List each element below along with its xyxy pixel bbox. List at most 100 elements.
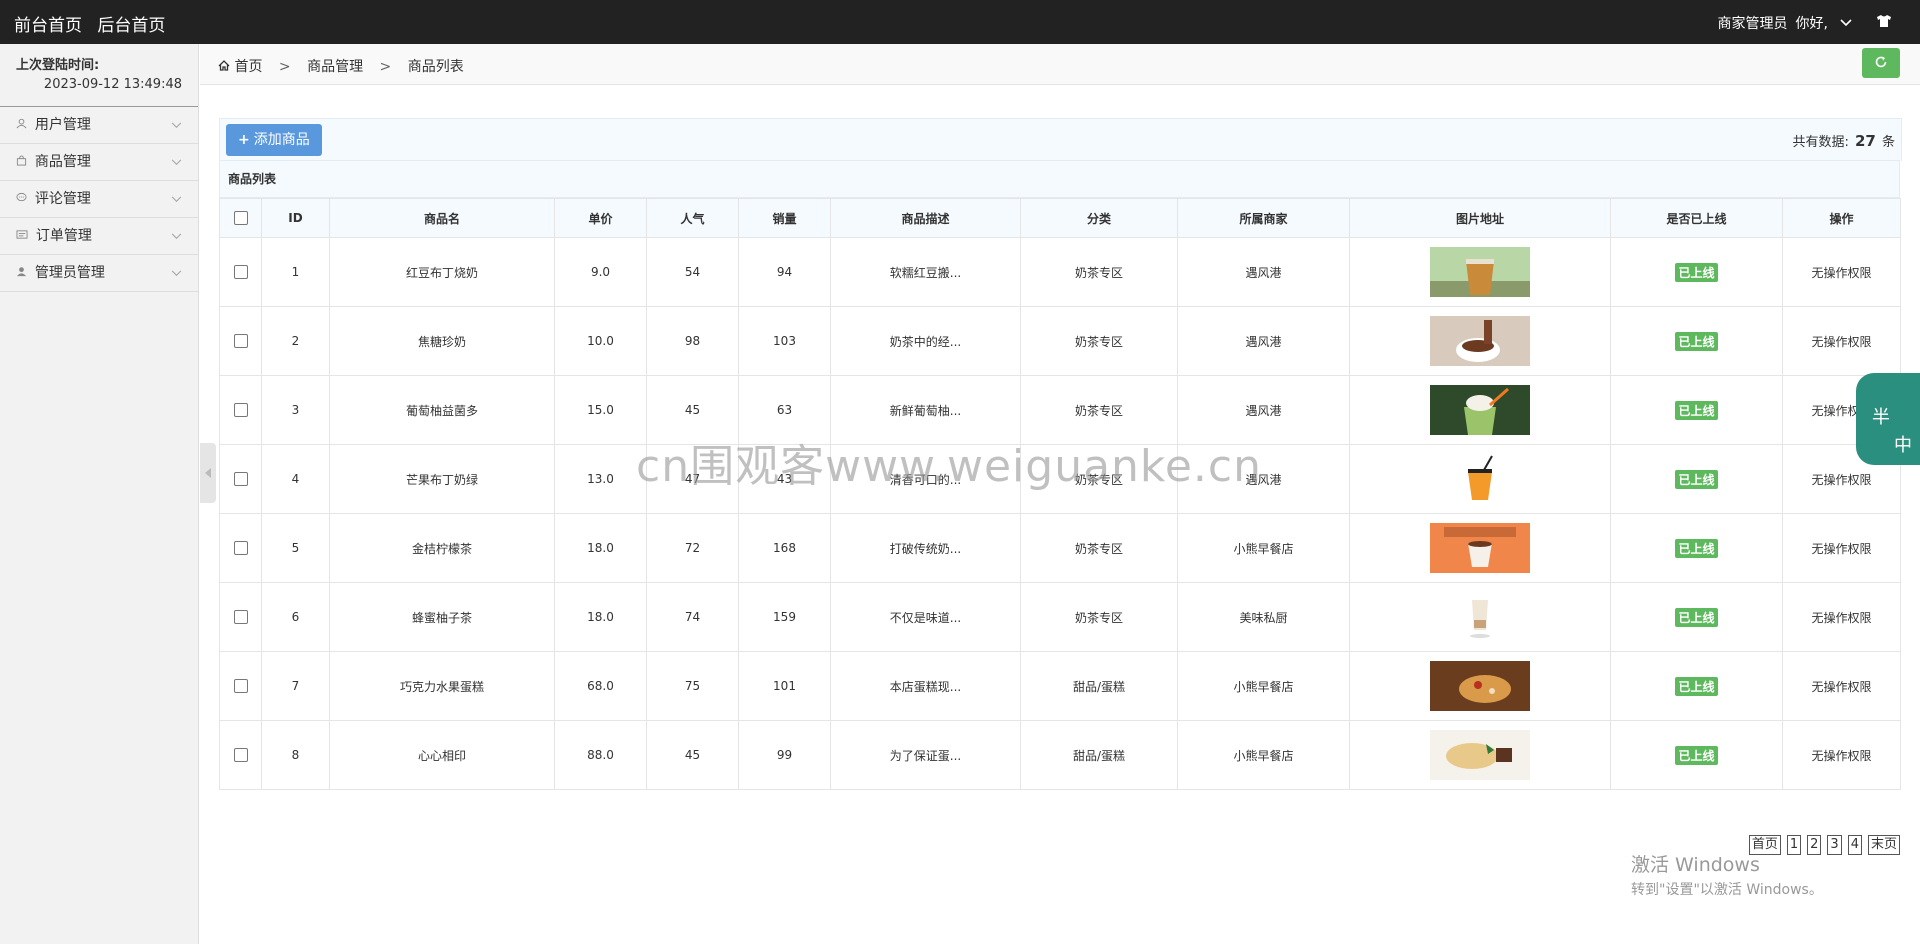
cell-description: 本店蛋糕现...	[830, 651, 1021, 721]
col-header-id: ID	[261, 198, 330, 238]
product-thumbnail[interactable]	[1430, 523, 1530, 573]
breadcrumb-goods-mgmt[interactable]: 商品管理	[307, 59, 363, 75]
cell-id: 1	[261, 237, 330, 307]
status-badge: 已上线	[1675, 607, 1718, 627]
cell-sales: 103	[738, 306, 831, 376]
shirt-icon[interactable]	[1876, 14, 1892, 32]
cell-id: 4	[261, 444, 330, 514]
row-checkbox[interactable]	[233, 541, 248, 556]
windows-activation-notice: 激活 Windows 转到"设置"以激活 Windows。	[1631, 850, 1823, 899]
order-icon	[16, 229, 32, 243]
user-greeting: 你好,	[1795, 16, 1828, 32]
cell-category: 甜品/蛋糕	[1020, 720, 1178, 790]
breadcrumb: 首页 > 商品管理 > 商品列表	[218, 56, 464, 76]
cell-name: 葡萄柚益菌多	[329, 375, 555, 445]
table-caption: 商品列表	[219, 160, 1900, 198]
table-row: 5 金桔柠檬茶 18.0 72 168 打破传统奶... 奶茶专区 小熊早餐店 …	[219, 513, 1901, 583]
status-badge: 已上线	[1675, 745, 1718, 765]
total-number: 27	[1854, 132, 1876, 150]
product-thumbnail[interactable]	[1430, 730, 1530, 780]
cell-image	[1349, 651, 1611, 721]
cell-category: 奶茶专区	[1020, 582, 1178, 652]
product-thumbnail[interactable]	[1430, 247, 1530, 297]
cell-popularity: 98	[646, 306, 739, 376]
chevron-down-icon[interactable]	[1840, 16, 1852, 30]
pager-last[interactable]: 末页	[1867, 835, 1900, 855]
table-row: 6 蜂蜜柚子茶 18.0 74 159 不仅是味道... 奶茶专区 美味私厨 已…	[219, 582, 1901, 652]
row-checkbox[interactable]	[233, 610, 248, 625]
product-thumbnail[interactable]	[1430, 592, 1530, 642]
cell-action: 无操作权限	[1782, 582, 1901, 652]
widget-char: 中	[1894, 435, 1912, 456]
floating-ime-widget[interactable]: 半 中	[1856, 373, 1920, 465]
cell-name: 红豆布丁烧奶	[329, 237, 555, 307]
col-header-name: 商品名	[329, 198, 555, 238]
pager-page[interactable]: 4	[1847, 835, 1862, 855]
pager-page[interactable]: 3	[1827, 835, 1842, 855]
sidebar-item-goods[interactable]: 商品管理	[0, 144, 198, 181]
col-header-merchant: 所属商家	[1177, 198, 1350, 238]
cell-description: 为了保证蛋...	[830, 720, 1021, 790]
cell-online: 已上线	[1610, 306, 1783, 376]
row-checkbox[interactable]	[233, 403, 248, 418]
cell-merchant: 美味私厨	[1177, 582, 1350, 652]
sidebar-item-comments[interactable]: 评论管理	[0, 181, 198, 218]
back-home-link[interactable]: 后台首页	[97, 16, 165, 36]
sidebar-item-label: 订单管理	[35, 228, 92, 244]
cell-category: 奶茶专区	[1020, 513, 1178, 583]
widget-char: 半	[1872, 407, 1890, 428]
col-header-action: 操作	[1782, 198, 1901, 238]
sidebar-item-admins[interactable]: 管理员管理	[0, 255, 198, 292]
sidebar-item-orders[interactable]: 订单管理	[0, 218, 198, 255]
cell-online: 已上线	[1610, 237, 1783, 307]
user-area: 商家管理员 你好,	[1718, 13, 1892, 33]
row-checkbox[interactable]	[233, 334, 248, 349]
breadcrumb-bar: 首页 > 商品管理 > 商品列表	[200, 44, 1920, 85]
sidebar: 上次登陆时间: 2023-09-12 13:49:48 用户管理 商品管理 评论…	[0, 44, 199, 944]
sidebar-item-label: 用户管理	[34, 117, 91, 133]
cell-action: 无操作权限	[1782, 237, 1901, 307]
table-row: 2 焦糖珍奶 10.0 98 103 奶茶中的经... 奶茶专区 遇风港 已上线…	[219, 306, 1901, 376]
product-thumbnail[interactable]	[1430, 385, 1530, 435]
product-thumbnail[interactable]	[1430, 454, 1530, 504]
add-goods-button[interactable]: + 添加商品	[226, 124, 322, 156]
cell-merchant: 小熊早餐店	[1177, 651, 1350, 721]
sidebar-collapse-handle[interactable]	[200, 443, 216, 503]
row-checkbox[interactable]	[233, 265, 248, 280]
total-suffix: 条	[1881, 135, 1895, 150]
top-bar: 前台首页 后台首页 商家管理员 你好,	[0, 0, 1920, 44]
cell-name: 蜂蜜柚子茶	[329, 582, 555, 652]
user-role: 商家管理员	[1717, 16, 1788, 32]
cell-category: 甜品/蛋糕	[1020, 651, 1178, 721]
cell-merchant: 遇风港	[1177, 237, 1350, 307]
bag-icon	[16, 155, 31, 169]
cell-online: 已上线	[1610, 375, 1783, 445]
cell-online: 已上线	[1610, 720, 1783, 790]
cell-price: 9.0	[554, 237, 647, 307]
product-thumbnail[interactable]	[1430, 316, 1530, 366]
activation-subtitle: 转到"设置"以激活 Windows。	[1631, 882, 1823, 898]
breadcrumb-separator: >	[278, 59, 291, 75]
front-home-link[interactable]: 前台首页	[14, 16, 82, 36]
status-badge: 已上线	[1675, 676, 1718, 696]
row-checkbox[interactable]	[233, 679, 248, 694]
refresh-button[interactable]	[1862, 48, 1900, 78]
sidebar-item-users[interactable]: 用户管理	[0, 107, 198, 144]
cell-action: 无操作权限	[1782, 513, 1901, 583]
row-checkbox[interactable]	[233, 748, 248, 763]
admin-icon	[16, 266, 31, 280]
breadcrumb-home[interactable]: 首页	[234, 59, 262, 75]
status-badge: 已上线	[1675, 400, 1718, 420]
last-login-time: 2023-09-12 13:49:48	[43, 77, 182, 92]
product-thumbnail[interactable]	[1430, 661, 1530, 711]
cell-category: 奶茶专区	[1020, 306, 1178, 376]
refresh-icon	[1874, 54, 1888, 73]
select-all-checkbox[interactable]	[233, 211, 248, 226]
row-checkbox[interactable]	[233, 472, 248, 487]
cell-image	[1349, 513, 1611, 583]
cell-id: 2	[261, 306, 330, 376]
add-goods-label: 添加商品	[253, 132, 310, 148]
table-row: 8 心心相印 88.0 45 99 为了保证蛋... 甜品/蛋糕 小熊早餐店 已…	[219, 720, 1901, 790]
cell-price: 10.0	[554, 306, 647, 376]
cell-price: 18.0	[554, 582, 647, 652]
